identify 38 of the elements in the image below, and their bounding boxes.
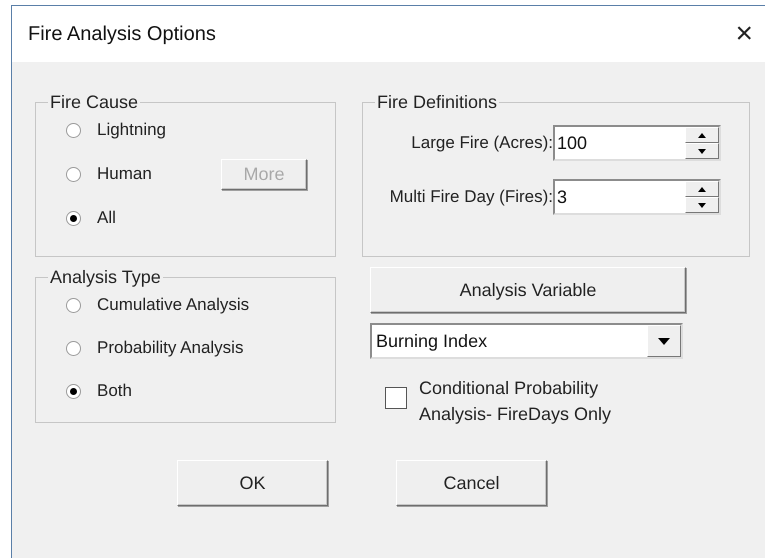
radio-button[interactable] <box>66 166 81 182</box>
close-button[interactable]: × <box>731 19 757 49</box>
field-label: Large Fire (Acres): <box>411 133 553 153</box>
group-title: Fire Definitions <box>376 92 498 113</box>
checkbox-label: Conditional Probability Analysis- FireDays Only <box>419 377 612 426</box>
checkbox[interactable] <box>385 387 407 409</box>
dropdown-value: Burning Index <box>375 330 488 352</box>
caret-up-icon <box>698 186 706 192</box>
radio-label: Probability Analysis <box>97 338 244 358</box>
radio-label: Cumulative Analysis <box>97 295 250 315</box>
variable-dropdown[interactable]: Burning Index <box>370 323 683 359</box>
field-label: Multi Fire Day (Fires): <box>390 187 553 207</box>
spin-down-button[interactable] <box>685 143 719 159</box>
radio-label: Human <box>97 164 152 184</box>
caret-down-icon <box>658 338 670 344</box>
window-title: Fire Analysis Options <box>28 22 216 46</box>
group-title: Fire Cause <box>49 92 140 113</box>
dropdown-button[interactable] <box>647 325 681 357</box>
radio-label: All <box>97 208 116 228</box>
cancel-button[interactable]: Cancel <box>396 460 547 506</box>
analysis-variable-button[interactable]: Analysis Variable <box>370 267 686 313</box>
radio-button[interactable] <box>66 298 81 312</box>
radio-label: Lightning <box>97 120 166 140</box>
spin-field[interactable]: 100 <box>553 125 721 161</box>
radio-button[interactable] <box>66 122 81 138</box>
caret-up-icon <box>698 132 706 138</box>
spin-field[interactable]: 3 <box>553 179 721 215</box>
radio-label: Both <box>97 381 132 401</box>
spin-up-button[interactable] <box>685 127 719 143</box>
spin-down-button[interactable] <box>685 197 719 213</box>
ok-button[interactable]: OK <box>177 460 328 506</box>
radio-button[interactable] <box>66 384 81 398</box>
spin-up-button[interactable] <box>685 181 719 197</box>
radio-button[interactable] <box>66 210 81 226</box>
radio-button[interactable] <box>66 340 81 356</box>
caret-down-icon <box>698 148 706 154</box>
group-title: Analysis Type <box>49 267 162 288</box>
caret-down-icon <box>698 202 706 208</box>
